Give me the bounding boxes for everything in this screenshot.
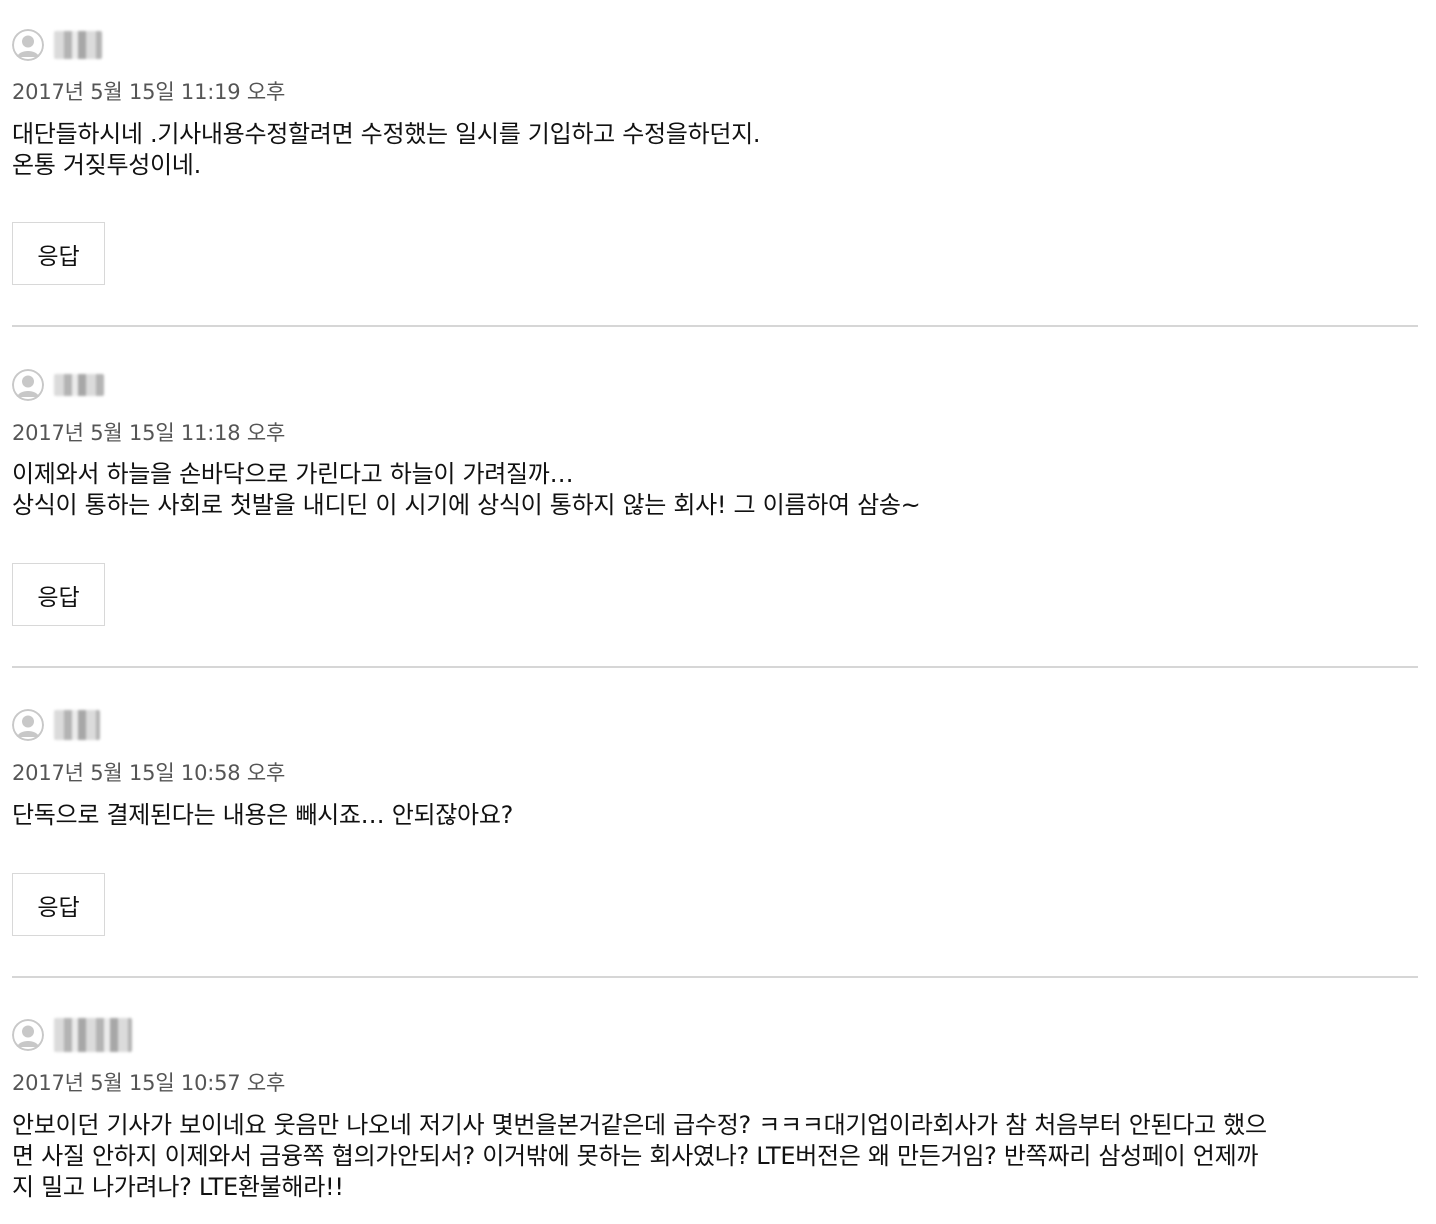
comment-author-name [54,31,102,59]
avatar-icon [12,29,44,61]
comment-author-row [12,28,102,62]
comment-body: 안보이던 기사가 보이네요 웃음만 나오네 저기사 몇번을본거같은데 급수정? … [12,1110,1412,1203]
reply-button[interactable]: 응답 [12,873,105,936]
comment-text-line: 이제와서 하늘을 손바닥으로 가린다고 하늘이 가려질까… [12,460,574,488]
comment-author-name [54,374,104,396]
comment-date: 2017년 5월 15일 10:57 오후 [12,1071,286,1095]
comment-body: 단독으로 결제된다는 내용은 빼시죠… 안되잖아요? [12,800,1412,831]
avatar-icon [12,709,44,741]
reply-button[interactable]: 응답 [12,563,105,626]
comment-divider [12,976,1418,978]
comment-divider [12,666,1418,668]
comment-author-name [54,710,100,740]
comment-date: 2017년 5월 15일 11:19 오후 [12,80,286,104]
avatar-icon [12,369,44,401]
comment-author-row [12,708,100,742]
comment-body: 이제와서 하늘을 손바닥으로 가린다고 하늘이 가려질까… 상식이 통하는 사회… [12,459,1412,521]
comment-date: 2017년 5월 15일 11:18 오후 [12,421,286,445]
comment-text-line: 온통 거짖투성이네. [12,151,201,179]
comment-text-line: 안보이던 기사가 보이네요 웃음만 나오네 저기사 몇번을본거같은데 급수정? … [12,1111,1267,1139]
reply-button[interactable]: 응답 [12,222,105,285]
comment-author-row [12,368,104,402]
comment-text-line: 단독으로 결제된다는 내용은 빼시죠… 안되잖아요? [12,801,514,829]
comment-text-line: 지 밀고 나가려나? LTE환불해라!! [12,1173,344,1201]
comment-author-name [54,1018,132,1052]
comment-date: 2017년 5월 15일 10:58 오후 [12,761,286,785]
comment-author-row [12,1018,132,1052]
comment-body: 대단들하시네 .기사내용수정할려면 수정했는 일시를 기입하고 수정을하던지. … [12,119,1412,181]
avatar-icon [12,1019,44,1051]
comment-text-line: 면 사질 안하지 이제와서 금융쪽 협의가안되서? 이거밖에 못하는 회사였나?… [12,1142,1259,1170]
comment-text-line: 상식이 통하는 사회로 첫발을 내디딘 이 시기에 상식이 통하지 않는 회사!… [12,491,921,519]
comment-text-line: 대단들하시네 .기사내용수정할려면 수정했는 일시를 기입하고 수정을하던지. [12,120,761,148]
comment-divider [12,325,1418,327]
